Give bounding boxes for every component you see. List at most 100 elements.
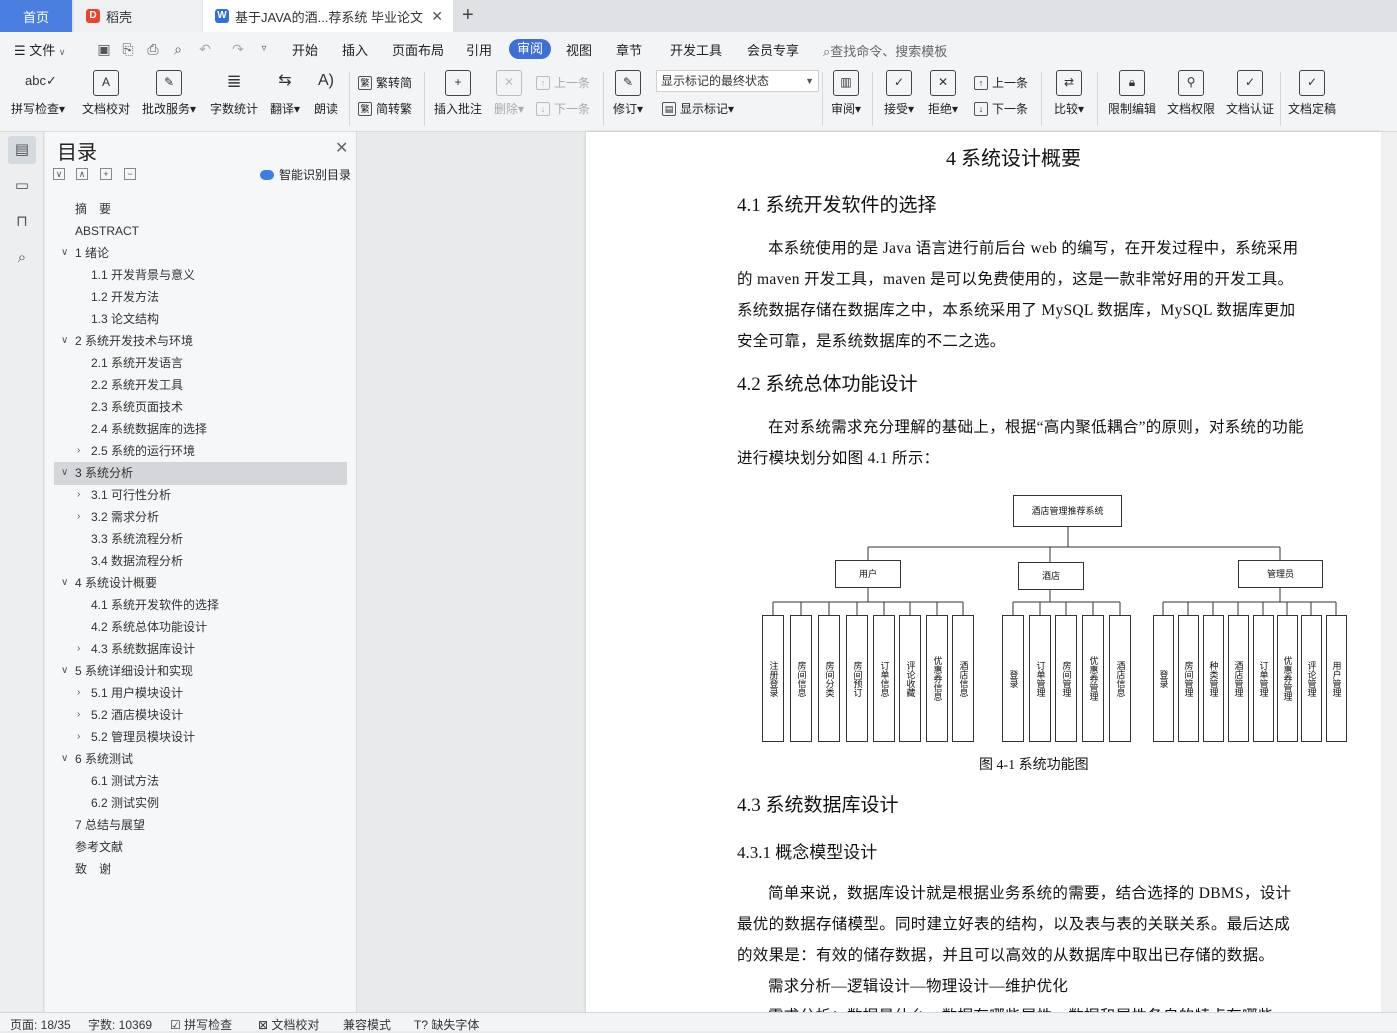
toc-item[interactable]: 6.2 测试实例 <box>91 792 159 814</box>
menu-start[interactable]: 开始 <box>292 40 318 59</box>
print-preview-icon[interactable]: ⌕ <box>170 41 186 57</box>
display-mode-select[interactable]: 显示标记的最终状态 ▼ <box>656 70 819 92</box>
toc-item[interactable]: 6.1 测试方法 <box>91 770 159 792</box>
tab-daoke[interactable]: D 稻壳 <box>74 0 202 32</box>
toc-item[interactable]: 参考文献 <box>75 836 123 858</box>
output-icon[interactable]: ⎘ <box>120 41 136 57</box>
command-search[interactable]: ⌕查找命令、搜索模板 <box>823 41 947 60</box>
doc-permission-button[interactable]: ⚲ 文档权限 <box>1165 70 1217 117</box>
doc-finalize-button[interactable]: ✓ 文档定稿 <box>1286 70 1338 117</box>
toc-item[interactable]: › 5.2 酒店模块设计 <box>77 704 183 726</box>
chevron-right-icon[interactable]: › <box>77 638 80 660</box>
status-proofread[interactable]: ⊠ 文档校对 <box>258 1016 319 1033</box>
show-marks-button[interactable]: ▤ 显示标记 ▾ <box>662 100 734 117</box>
toc-item[interactable]: 摘 要 <box>75 198 111 220</box>
toc-item[interactable]: ∨ 3 系统分析 <box>61 462 133 484</box>
save-icon[interactable]: ▣ <box>96 41 112 57</box>
toc-item[interactable]: ABSTRACT <box>75 220 139 242</box>
chevron-down-icon[interactable]: ∨ <box>61 330 68 352</box>
delete-comment-button[interactable]: ✕ 删除▾ <box>490 70 528 117</box>
next-change-button[interactable]: ↓ 下一条 <box>974 100 1028 117</box>
toc-item[interactable]: › 3.2 需求分析 <box>77 506 159 528</box>
toc-item[interactable]: 1.1 开发背景与意义 <box>91 264 195 286</box>
menu-insert[interactable]: 插入 <box>342 40 368 59</box>
prev-comment-button[interactable]: ↑ 上一条 <box>536 74 590 91</box>
tab-document[interactable]: W 基于JAVA的酒...荐系统 毕业论文 ✕ <box>203 0 453 32</box>
undo-icon[interactable]: ↶ <box>197 41 213 57</box>
expand-up-icon[interactable]: ∧ <box>76 168 88 180</box>
customize-icon[interactable]: ▿ <box>256 41 272 57</box>
toc-item[interactable]: › 2.5 系统的运行环境 <box>77 440 195 462</box>
redo-icon[interactable]: ↷ <box>230 41 246 57</box>
remove-level-icon[interactable]: − <box>124 168 136 180</box>
document-page[interactable]: 4 系统设计概要 4.1 系统开发软件的选择 本系统使用的是 Java 语言进行… <box>586 132 1381 1012</box>
menu-view[interactable]: 视图 <box>566 40 592 59</box>
review-pane-button[interactable]: ▥ 审阅▾ <box>828 70 864 117</box>
insert-comment-button[interactable]: + 插入批注 <box>432 70 484 117</box>
chevron-down-icon[interactable]: ∨ <box>61 462 68 484</box>
smart-toc-button[interactable]: 智能识别目录 <box>260 166 351 183</box>
toc-item[interactable]: 4.1 系统开发软件的选择 <box>91 594 219 616</box>
collapse-all-icon[interactable]: ∨ <box>53 168 65 180</box>
next-comment-button[interactable]: ↓ 下一条 <box>536 100 590 117</box>
menu-page-layout[interactable]: 页面布局 <box>392 40 444 59</box>
annotate-service-button[interactable]: ✎ 批改服务▾ <box>140 70 198 117</box>
toc-item[interactable]: ∨ 2 系统开发技术与环境 <box>61 330 193 352</box>
toc-item[interactable]: 2.3 系统页面技术 <box>91 396 183 418</box>
bookmark-icon[interactable]: ⊓ <box>12 212 32 232</box>
missing-font-indicator[interactable]: T? 缺失字体 <box>414 1016 479 1033</box>
toc-item[interactable]: ∨ 4 系统设计概要 <box>61 572 157 594</box>
read-aloud-button[interactable]: A) 朗读 <box>310 70 342 117</box>
compare-button[interactable]: ⇄ 比较▾ <box>1050 70 1088 117</box>
vertical-scrollbar[interactable] <box>1381 132 1397 1012</box>
print-icon[interactable]: ⎙ <box>145 41 161 57</box>
toc-item[interactable]: 致 谢 <box>75 858 111 880</box>
toc-item[interactable]: ∨ 1 绪论 <box>61 242 109 264</box>
toc-item[interactable]: 7 总结与展望 <box>75 814 145 836</box>
toc-panel-icon[interactable]: ▤ <box>8 136 36 164</box>
menu-member[interactable]: 会员专享 <box>747 40 799 59</box>
chevron-right-icon[interactable]: › <box>77 704 80 726</box>
tab-home[interactable]: 首页 <box>0 0 72 32</box>
spell-check-button[interactable]: abc✓ 拼写检查▾ <box>10 70 66 117</box>
accept-button[interactable]: ✓ 接受▾ <box>880 70 918 117</box>
toc-item[interactable]: 2.2 系统开发工具 <box>91 374 183 396</box>
toc-item[interactable]: › 5.2 管理员模块设计 <box>77 726 195 748</box>
toc-item[interactable]: 1.3 论文结构 <box>91 308 159 330</box>
close-tab-icon[interactable]: ✕ <box>431 8 443 25</box>
toc-item[interactable]: ∨ 5 系统详细设计和实现 <box>61 660 193 682</box>
chevron-right-icon[interactable]: › <box>77 484 80 506</box>
chevron-down-icon[interactable]: ∨ <box>61 242 68 264</box>
trad-to-simp-button[interactable]: 繁繁转简 <box>358 74 412 91</box>
chapter-nav-icon[interactable]: ▭ <box>12 176 32 196</box>
close-icon[interactable]: ✕ <box>335 138 348 158</box>
restrict-edit-button[interactable]: 🔒︎ 限制编辑 <box>1106 70 1158 117</box>
chevron-down-icon[interactable]: ∨ <box>61 660 68 682</box>
doc-certify-button[interactable]: ✓ 文档认证 <box>1224 70 1276 117</box>
toc-item[interactable]: ∨ 6 系统测试 <box>61 748 133 770</box>
menu-chapter[interactable]: 章节 <box>616 40 642 59</box>
prev-change-button[interactable]: ↑ 上一条 <box>974 74 1028 91</box>
menu-review[interactable]: 审阅 <box>509 39 551 59</box>
toc-item[interactable]: 3.3 系统流程分析 <box>91 528 183 550</box>
page-indicator[interactable]: 页面: 18/35 <box>10 1016 71 1033</box>
add-level-icon[interactable]: + <box>100 168 112 180</box>
simp-to-trad-button[interactable]: 繁简转繁 <box>358 100 412 117</box>
word-count-indicator[interactable]: 字数: 10369 <box>88 1016 152 1033</box>
menu-devtools[interactable]: 开发工具 <box>670 40 722 59</box>
chevron-right-icon[interactable]: › <box>77 506 80 528</box>
reject-button[interactable]: ✕ 拒绝▾ <box>924 70 962 117</box>
chevron-right-icon[interactable]: › <box>77 726 80 748</box>
chevron-right-icon[interactable]: › <box>77 682 80 704</box>
toc-item[interactable]: › 3.1 可行性分析 <box>77 484 171 506</box>
new-tab-icon[interactable]: + <box>462 4 474 27</box>
menu-reference[interactable]: 引用 <box>466 40 492 59</box>
toc-item[interactable]: 2.4 系统数据库的选择 <box>91 418 207 440</box>
status-spell-check[interactable]: ☑ 拼写检查 <box>170 1016 232 1033</box>
toc-item[interactable]: 3.4 数据流程分析 <box>91 550 183 572</box>
toc-item[interactable]: 1.2 开发方法 <box>91 286 159 308</box>
word-count-button[interactable]: ≣ 字数统计 <box>208 70 260 117</box>
chevron-right-icon[interactable]: › <box>77 440 80 462</box>
chevron-down-icon[interactable]: ∨ <box>61 748 68 770</box>
chevron-down-icon[interactable]: ∨ <box>61 572 68 594</box>
